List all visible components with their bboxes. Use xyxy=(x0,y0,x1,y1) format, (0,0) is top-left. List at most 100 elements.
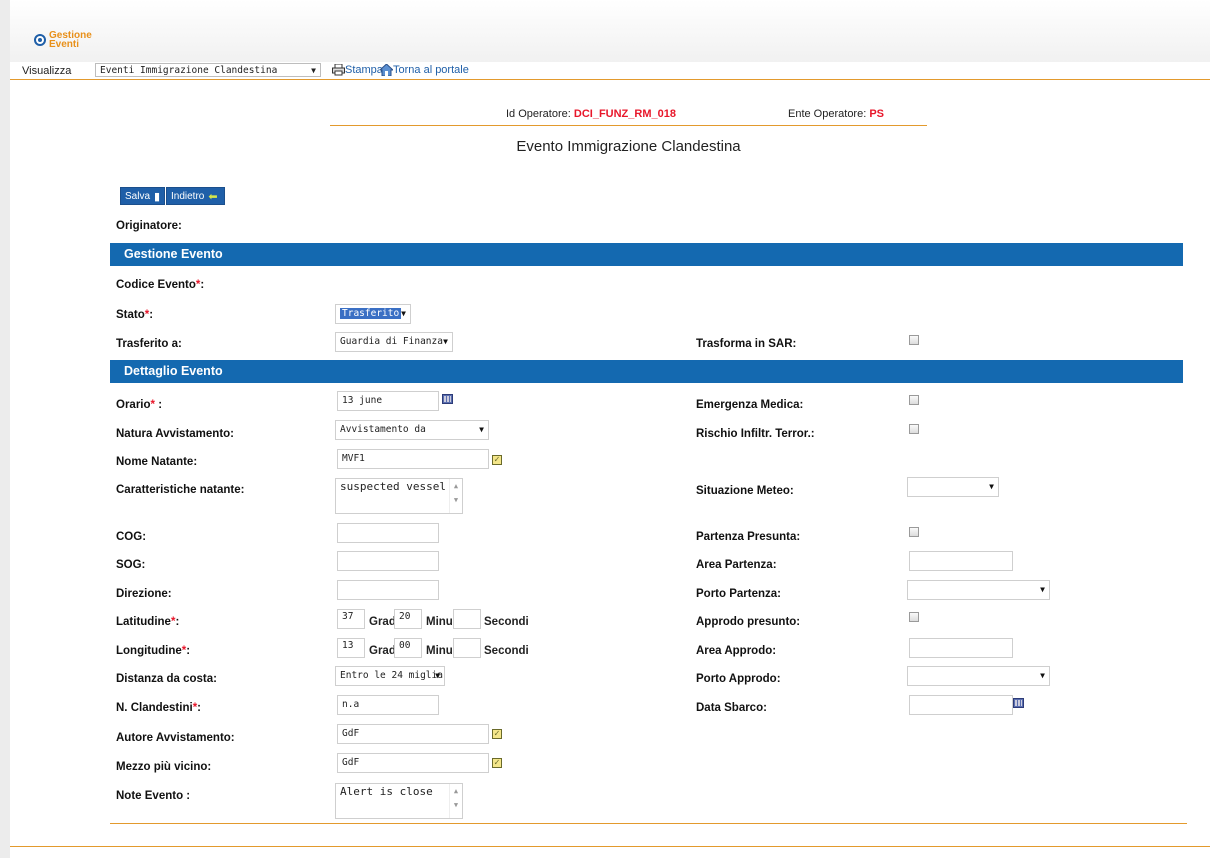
orario-text: Orario xyxy=(116,399,151,411)
top-header xyxy=(10,0,1210,62)
page-bottom-divider xyxy=(10,846,1210,847)
sar-checkbox[interactable] xyxy=(909,335,919,345)
mezzo-input[interactable]: GdF xyxy=(337,753,489,773)
porto-approdo-select[interactable]: ▼ xyxy=(907,666,1050,686)
sog-input[interactable] xyxy=(337,551,439,571)
calendar-icon[interactable] xyxy=(1013,698,1024,708)
data-sbarco-input[interactable] xyxy=(909,695,1013,715)
lon-gradi-value: 13 xyxy=(342,640,354,651)
home-icon xyxy=(380,64,393,76)
lookup-icon[interactable]: ✓ xyxy=(492,758,502,768)
view-select[interactable]: Eventi Immigrazione Clandestina ▼ xyxy=(95,63,321,77)
form-bottom-divider xyxy=(110,823,1187,824)
note-textarea[interactable]: Alert is close ▲ ▼ xyxy=(335,783,463,819)
natura-value: Avvistamento da dispositivo xyxy=(340,424,426,435)
mezzo-value: GdF xyxy=(342,757,360,768)
operator-box: Id Operatore: DCI_FUNZ_RM_018 Ente Opera… xyxy=(330,101,927,126)
save-label: Salva xyxy=(125,190,151,202)
trasferito-label: Trasferito a: xyxy=(116,338,182,350)
lookup-icon[interactable]: ✓ xyxy=(492,729,502,739)
nome-natante-input[interactable]: MVF1 xyxy=(337,449,489,469)
approdo-checkbox[interactable] xyxy=(909,612,919,622)
lat-secondi-input[interactable] xyxy=(453,609,481,629)
area-partenza-input[interactable] xyxy=(909,551,1013,571)
lon-minuti-input[interactable]: 00 xyxy=(394,638,422,658)
logo-icon xyxy=(34,34,46,46)
textarea-scrollbar[interactable]: ▲ ▼ xyxy=(449,784,462,818)
required-marker: * xyxy=(181,645,187,657)
lat-gradi-input[interactable]: 37 xyxy=(337,609,365,629)
logo-text: Gestione Eventi xyxy=(49,31,92,50)
distanza-select[interactable]: Entro le 24 miglia ▼ xyxy=(335,666,445,686)
save-icon: ▮ xyxy=(154,190,161,203)
lat-gradi-value: 37 xyxy=(342,611,354,622)
cog-input[interactable] xyxy=(337,523,439,543)
trasferito-value: Guardia di Finanza xyxy=(340,336,443,347)
rischio-label: Rischio Infiltr. Terror.: xyxy=(696,428,815,440)
chevron-down-icon: ▼ xyxy=(479,425,484,434)
emergenza-checkbox[interactable] xyxy=(909,395,919,405)
natura-select[interactable]: Avvistamento da dispositivo ▼ xyxy=(335,420,489,440)
meteo-select[interactable]: ▼ xyxy=(907,477,999,497)
operator-ente: Ente Operatore: PS xyxy=(788,108,884,120)
porto-partenza-select[interactable]: ▼ xyxy=(907,580,1050,600)
emergenza-label: Emergenza Medica: xyxy=(696,399,804,411)
note-value: Alert is close xyxy=(340,785,433,798)
direzione-input[interactable] xyxy=(337,580,439,600)
required-marker: * xyxy=(144,309,150,321)
area-approdo-label: Area Approdo: xyxy=(696,645,777,657)
data-sbarco-label: Data Sbarco: xyxy=(696,702,767,714)
operator-ente-label: Ente Operatore: xyxy=(788,108,867,120)
lon-secondi-input[interactable] xyxy=(453,638,481,658)
lookup-icon[interactable]: ✓ xyxy=(492,455,502,465)
partenza-checkbox[interactable] xyxy=(909,527,919,537)
autore-input[interactable]: GdF xyxy=(337,724,489,744)
longitudine-label: Longitudine*: xyxy=(116,645,191,657)
clandestini-text: N. Clandestini xyxy=(116,702,193,714)
save-button[interactable]: Salva ▮ xyxy=(120,187,166,205)
back-label: Indietro xyxy=(171,190,205,202)
page-title: Evento Immigrazione Clandestina xyxy=(516,138,741,155)
caratteristiche-value: suspected vessel xyxy=(340,480,446,493)
trasferito-select[interactable]: Guardia di Finanza ▼ xyxy=(335,332,453,352)
orario-input[interactable]: 13 june xyxy=(337,391,439,411)
stampa-link[interactable]: Stampa xyxy=(332,64,383,76)
caratteristiche-textarea[interactable]: suspected vessel ▲ ▼ xyxy=(335,478,463,514)
menubar: Visualizza Eventi Immigrazione Clandesti… xyxy=(10,62,1210,80)
nome-natante-label: Nome Natante: xyxy=(116,456,198,468)
codice-evento-text: Codice Evento xyxy=(116,279,196,291)
porto-approdo-label: Porto Approdo: xyxy=(696,673,781,685)
torna-label: Torna al portale xyxy=(393,64,469,76)
distanza-label: Distanza da costa: xyxy=(116,673,217,685)
area-partenza-label: Area Partenza: xyxy=(696,559,777,571)
chevron-down-icon: ▼ xyxy=(1040,671,1045,680)
clandestini-input[interactable]: n.a xyxy=(337,695,439,715)
textarea-scrollbar[interactable]: ▲ ▼ xyxy=(449,479,462,513)
operator-id-label: Id Operatore: xyxy=(506,108,571,120)
natura-label: Natura Avvistamento: xyxy=(116,428,235,440)
lat-minuti-input[interactable]: 20 xyxy=(394,609,422,629)
required-marker: * xyxy=(170,616,176,628)
lat-minuti-value: 20 xyxy=(399,611,411,622)
note-label: Note Evento : xyxy=(116,790,191,802)
torna-portale-link[interactable]: Torna al portale xyxy=(380,64,469,76)
operator-ente-value: PS xyxy=(869,108,885,120)
orario-label: Orario* : xyxy=(116,399,163,411)
latitudine-text: Latitudine xyxy=(116,616,171,628)
cog-label: COG: xyxy=(116,531,147,543)
stato-label: Stato*: xyxy=(116,309,154,321)
lat-secondi-unit: Secondi xyxy=(484,616,529,628)
distanza-value: Entro le 24 miglia xyxy=(340,670,443,681)
chevron-down-icon: ▼ xyxy=(401,309,406,318)
operator-id-value: DCI_FUNZ_RM_018 xyxy=(573,108,676,120)
calendar-icon[interactable] xyxy=(442,394,453,404)
mezzo-label: Mezzo più vicino: xyxy=(116,761,212,773)
back-button[interactable]: Indietro ⬅ xyxy=(166,187,225,205)
app-logo[interactable]: Gestione Eventi xyxy=(34,31,92,50)
chevron-down-icon: ▼ xyxy=(311,66,316,75)
stato-text: Stato xyxy=(116,309,145,321)
stato-select[interactable]: Trasferito ▼ xyxy=(335,304,411,324)
lon-gradi-input[interactable]: 13 xyxy=(337,638,365,658)
area-approdo-input[interactable] xyxy=(909,638,1013,658)
rischio-checkbox[interactable] xyxy=(909,424,919,434)
